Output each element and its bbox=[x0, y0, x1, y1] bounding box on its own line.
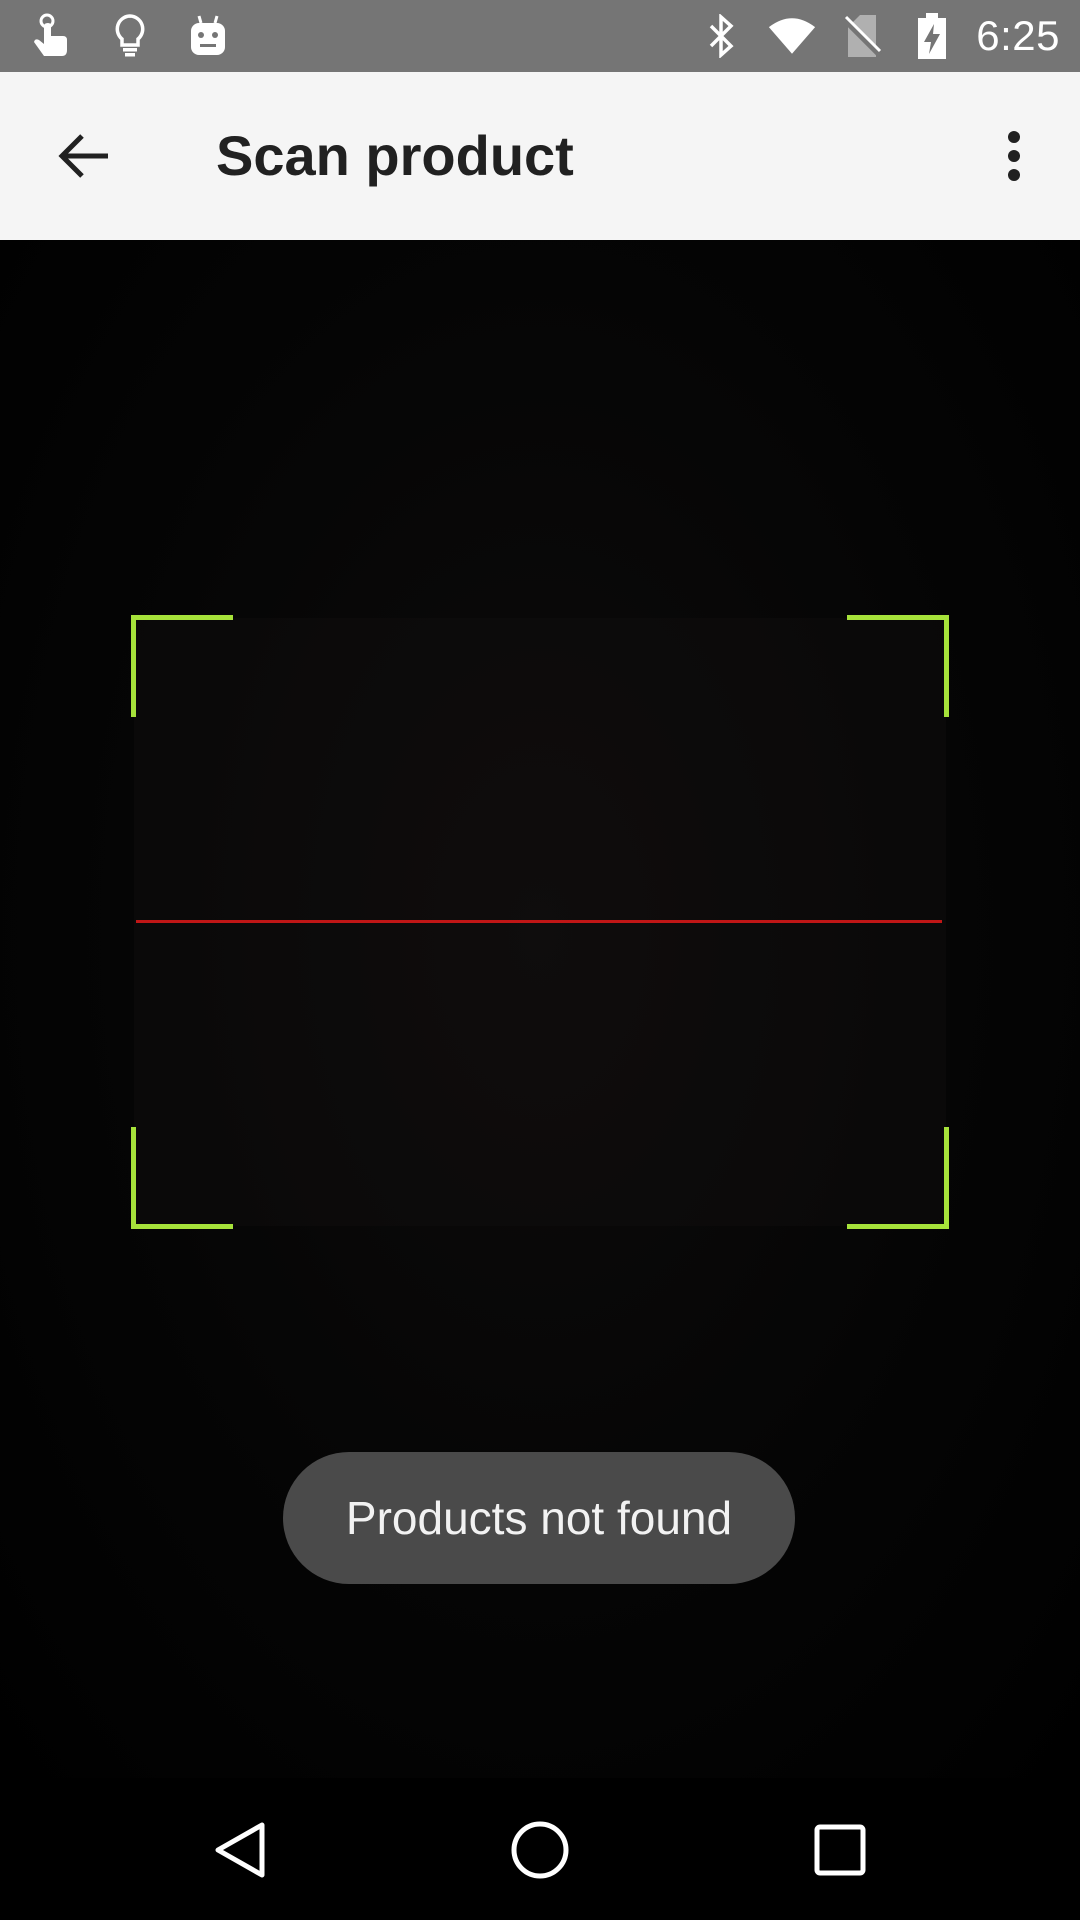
status-bar: 6:25 bbox=[0, 0, 1080, 72]
status-right-icons: 6:25 bbox=[676, 12, 1060, 60]
bluetooth-icon bbox=[698, 12, 746, 60]
frame-corner-bottom-left bbox=[131, 1127, 233, 1229]
android-robot-icon bbox=[184, 12, 232, 60]
screen: 6:25 Scan product Products not found bbox=[0, 0, 1080, 1920]
frame-corner-top-right bbox=[847, 615, 949, 717]
battery-charging-icon bbox=[908, 12, 956, 60]
toast-message: Products not found bbox=[283, 1452, 795, 1584]
nav-home-button[interactable] bbox=[490, 1800, 590, 1900]
page-title: Scan product bbox=[216, 124, 574, 187]
frame-corner-bottom-right bbox=[847, 1127, 949, 1229]
more-vert-icon bbox=[1008, 131, 1020, 181]
scan-frame bbox=[131, 615, 949, 1229]
no-sim-icon bbox=[838, 12, 886, 60]
overflow-menu-button[interactable] bbox=[984, 116, 1044, 196]
nav-recents-button[interactable] bbox=[790, 1800, 890, 1900]
navigation-bar bbox=[0, 1778, 1080, 1920]
arrow-back-icon bbox=[58, 134, 108, 178]
nav-home-icon bbox=[511, 1821, 569, 1879]
app-bar: Scan product bbox=[0, 72, 1080, 240]
nav-recents-icon bbox=[814, 1824, 866, 1876]
status-left-icons bbox=[28, 12, 262, 60]
lightbulb-icon bbox=[106, 12, 154, 60]
nav-back-icon bbox=[215, 1822, 265, 1878]
nav-back-button[interactable] bbox=[190, 1800, 290, 1900]
wifi-icon bbox=[768, 12, 816, 60]
back-button[interactable] bbox=[44, 116, 124, 196]
status-clock: 6:25 bbox=[976, 12, 1060, 59]
scan-laser-line bbox=[136, 920, 942, 923]
touch-gesture-icon bbox=[28, 12, 76, 60]
frame-corner-top-left bbox=[131, 615, 233, 717]
